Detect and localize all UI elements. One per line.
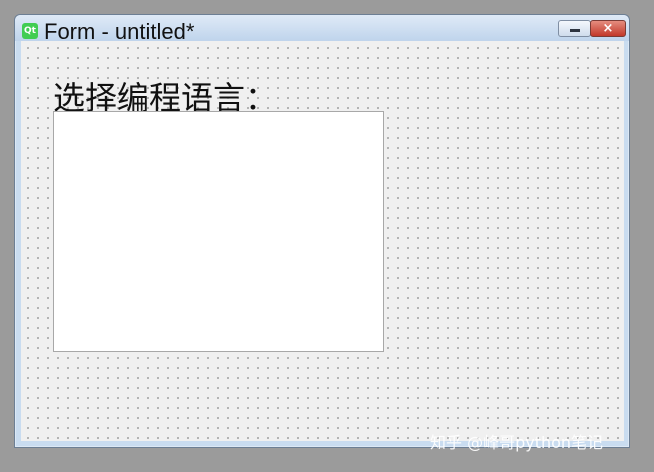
designer-window: Qt Form - untitled* × 选择编程语言： [14,14,630,448]
window-titlebar[interactable]: Qt Form - untitled* × [15,15,629,44]
minimize-icon [570,29,580,32]
watermark-text: 知乎 @峰哥python笔记 [430,433,604,452]
form-canvas[interactable]: 选择编程语言： [21,41,624,441]
minimize-button[interactable] [558,20,591,37]
language-list-widget[interactable] [53,111,384,352]
close-button[interactable]: × [590,20,626,37]
qt-logo-icon: Qt [22,23,38,39]
